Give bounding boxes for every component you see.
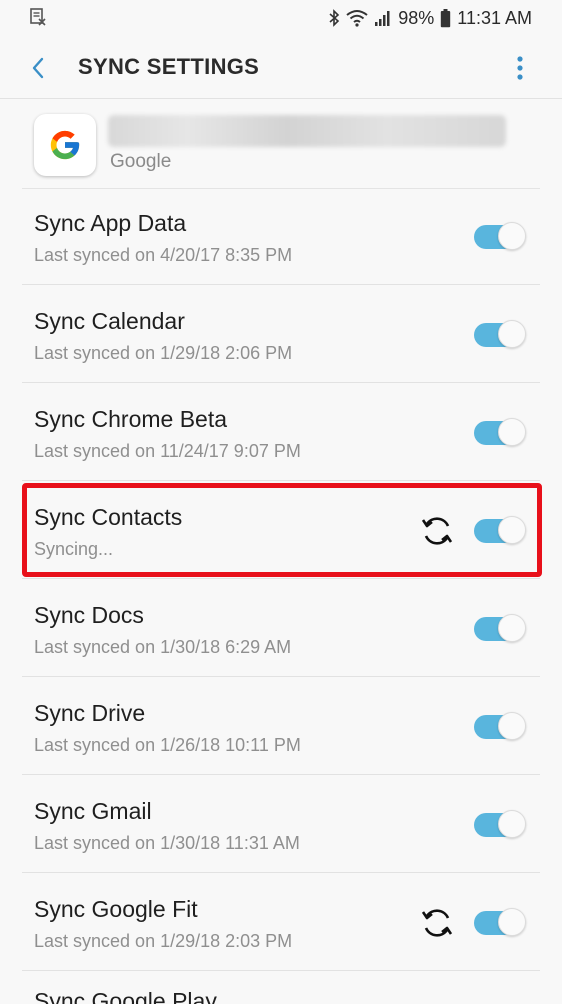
back-button[interactable]: [18, 48, 58, 88]
battery-level: 98%: [398, 7, 435, 28]
divider: [22, 284, 540, 285]
divider: [22, 578, 540, 579]
sync-item-status: Syncing...: [34, 539, 114, 559]
sync-row[interactable]: Sync Contacts Syncing...: [0, 482, 562, 579]
account-type-label: Google: [110, 151, 172, 172]
sync-toggle[interactable]: [474, 320, 526, 350]
notification-icon: [30, 8, 48, 26]
sync-row[interactable]: Sync Gmail Last synced on 1/30/18 11:31 A…: [0, 776, 562, 873]
divider: [22, 970, 540, 971]
divider: [22, 480, 540, 481]
sync-toggle[interactable]: [474, 810, 526, 840]
app-bar: SYNC SETTINGS: [0, 36, 562, 99]
bluetooth-icon: [328, 9, 340, 27]
sync-item-title: Sync Drive: [34, 700, 146, 726]
next-item-peek: Sync Google Play: [34, 990, 217, 1004]
sync-row[interactable]: Sync Calendar Last synced on 1/29/18 2:06…: [0, 286, 562, 383]
back-arrow-icon: [32, 57, 44, 79]
sync-item-status: Last synced on 1/29/18 2:03 PM: [34, 931, 293, 951]
more-options-button[interactable]: [500, 48, 540, 88]
sync-item-title: Sync App Data: [34, 210, 187, 236]
status-bar: 98% 11:31 AM: [0, 0, 562, 36]
divider: [22, 676, 540, 677]
wifi-icon: [346, 9, 368, 27]
sync-row[interactable]: Sync Docs Last synced on 1/30/18 6:29 AM: [0, 580, 562, 677]
more-vert-icon: [517, 56, 523, 80]
toggle-thumb: [498, 614, 526, 642]
sync-toggle[interactable]: [474, 516, 526, 546]
sync-item-status: Last synced on 4/20/17 8:35 PM: [34, 245, 293, 265]
sync-item-status: Last synced on 11/24/17 9:07 PM: [34, 441, 301, 461]
divider: [22, 774, 540, 775]
sync-item-status: Last synced on 1/30/18 6:29 AM: [34, 637, 292, 657]
syncing-icon: [418, 904, 456, 942]
divider: [22, 382, 540, 383]
sync-toggle[interactable]: [474, 614, 526, 644]
sync-item-status: Last synced on 1/26/18 10:11 PM: [34, 735, 301, 755]
sync-item-title: Sync Contacts: [34, 504, 183, 530]
clock: 11:31 AM: [457, 7, 532, 28]
toggle-thumb: [498, 418, 526, 446]
signal-icon: [374, 9, 392, 27]
toggle-thumb: [498, 810, 526, 838]
sync-item-title: Sync Calendar: [34, 308, 185, 334]
syncing-icon: [418, 512, 456, 550]
sync-item-title: Sync Google Fit: [34, 896, 198, 922]
sync-toggle[interactable]: [474, 222, 526, 252]
toggle-thumb: [498, 712, 526, 740]
toggle-thumb: [498, 908, 526, 936]
sync-item-status: Last synced on 1/29/18 2:06 PM: [34, 343, 293, 363]
sync-toggle[interactable]: [474, 712, 526, 742]
sync-row[interactable]: Sync Google Fit Last synced on 1/29/18 2:…: [0, 874, 562, 971]
divider: [22, 872, 540, 873]
sync-row[interactable]: Sync Drive Last synced on 1/26/18 10:11 P…: [0, 678, 562, 775]
sync-toggle[interactable]: [474, 908, 526, 938]
battery-icon: [440, 8, 451, 28]
toggle-thumb: [498, 516, 526, 544]
sync-item-title: Sync Chrome Beta: [34, 406, 228, 432]
google-logo-icon: [34, 114, 96, 176]
sync-item-title: Sync Docs: [34, 602, 144, 628]
page-title: SYNC SETTINGS: [78, 54, 260, 79]
sync-toggle[interactable]: [474, 418, 526, 448]
sync-item-status: Last synced on 1/30/18 11:31 AM: [34, 833, 300, 853]
sync-row[interactable]: Sync App Data Last synced on 4/20/17 8:35…: [0, 188, 562, 285]
sync-row[interactable]: Sync Chrome Beta Last synced on 11/24/17 …: [0, 384, 562, 481]
account-header: Google: [0, 99, 562, 189]
toggle-thumb: [498, 320, 526, 348]
toggle-thumb: [498, 222, 526, 250]
sync-item-title: Sync Gmail: [34, 798, 152, 824]
account-email-redacted: [108, 115, 506, 147]
